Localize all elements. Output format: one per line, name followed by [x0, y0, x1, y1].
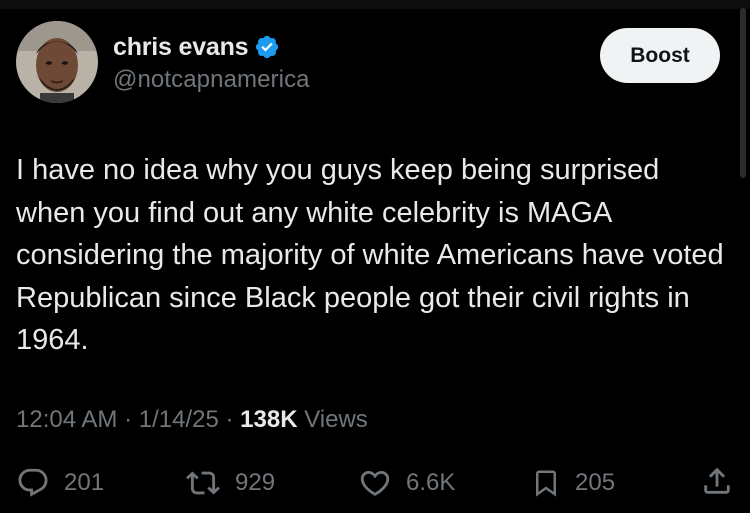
bookmark-icon: [536, 470, 556, 497]
tweet-text: I have no idea why you guys keep being s…: [16, 154, 724, 356]
verified-badge-icon: [256, 35, 279, 59]
views-count: 138K: [240, 406, 298, 433]
views-label: Views: [304, 406, 368, 433]
tweet-date[interactable]: 1/14/25: [139, 406, 219, 433]
repost-count: 929: [235, 469, 276, 496]
share-button[interactable]: [700, 463, 734, 499]
heart-icon: [360, 470, 390, 496]
bookmark-count: 205: [575, 469, 616, 496]
meta-separator: ·: [124, 406, 133, 433]
repost-icon: [186, 471, 220, 495]
boost-button[interactable]: Boost: [600, 28, 720, 83]
reply-icon: [18, 468, 48, 497]
bookmark-button[interactable]: 205: [531, 465, 615, 501]
top-edge: [0, 0, 750, 9]
author-name-row[interactable]: chris evans: [113, 30, 280, 64]
avatar-image: [16, 21, 98, 103]
repost-button[interactable]: 929: [185, 465, 275, 501]
like-button[interactable]: 6.6K: [358, 465, 455, 501]
author-handle[interactable]: @notcapnamerica: [113, 66, 310, 94]
reply-button[interactable]: 201: [16, 465, 104, 501]
scrollbar[interactable]: [740, 8, 746, 178]
reply-count: 201: [64, 469, 105, 496]
tweet-meta: 12:04 AM · 1/14/25 · 138K Views: [16, 406, 368, 434]
like-count: 6.6K: [406, 469, 456, 496]
share-icon: [704, 467, 730, 494]
display-name[interactable]: chris evans: [113, 33, 249, 62]
tweet-time[interactable]: 12:04 AM: [16, 406, 117, 433]
avatar[interactable]: [16, 21, 98, 103]
meta-separator: ·: [225, 406, 234, 433]
